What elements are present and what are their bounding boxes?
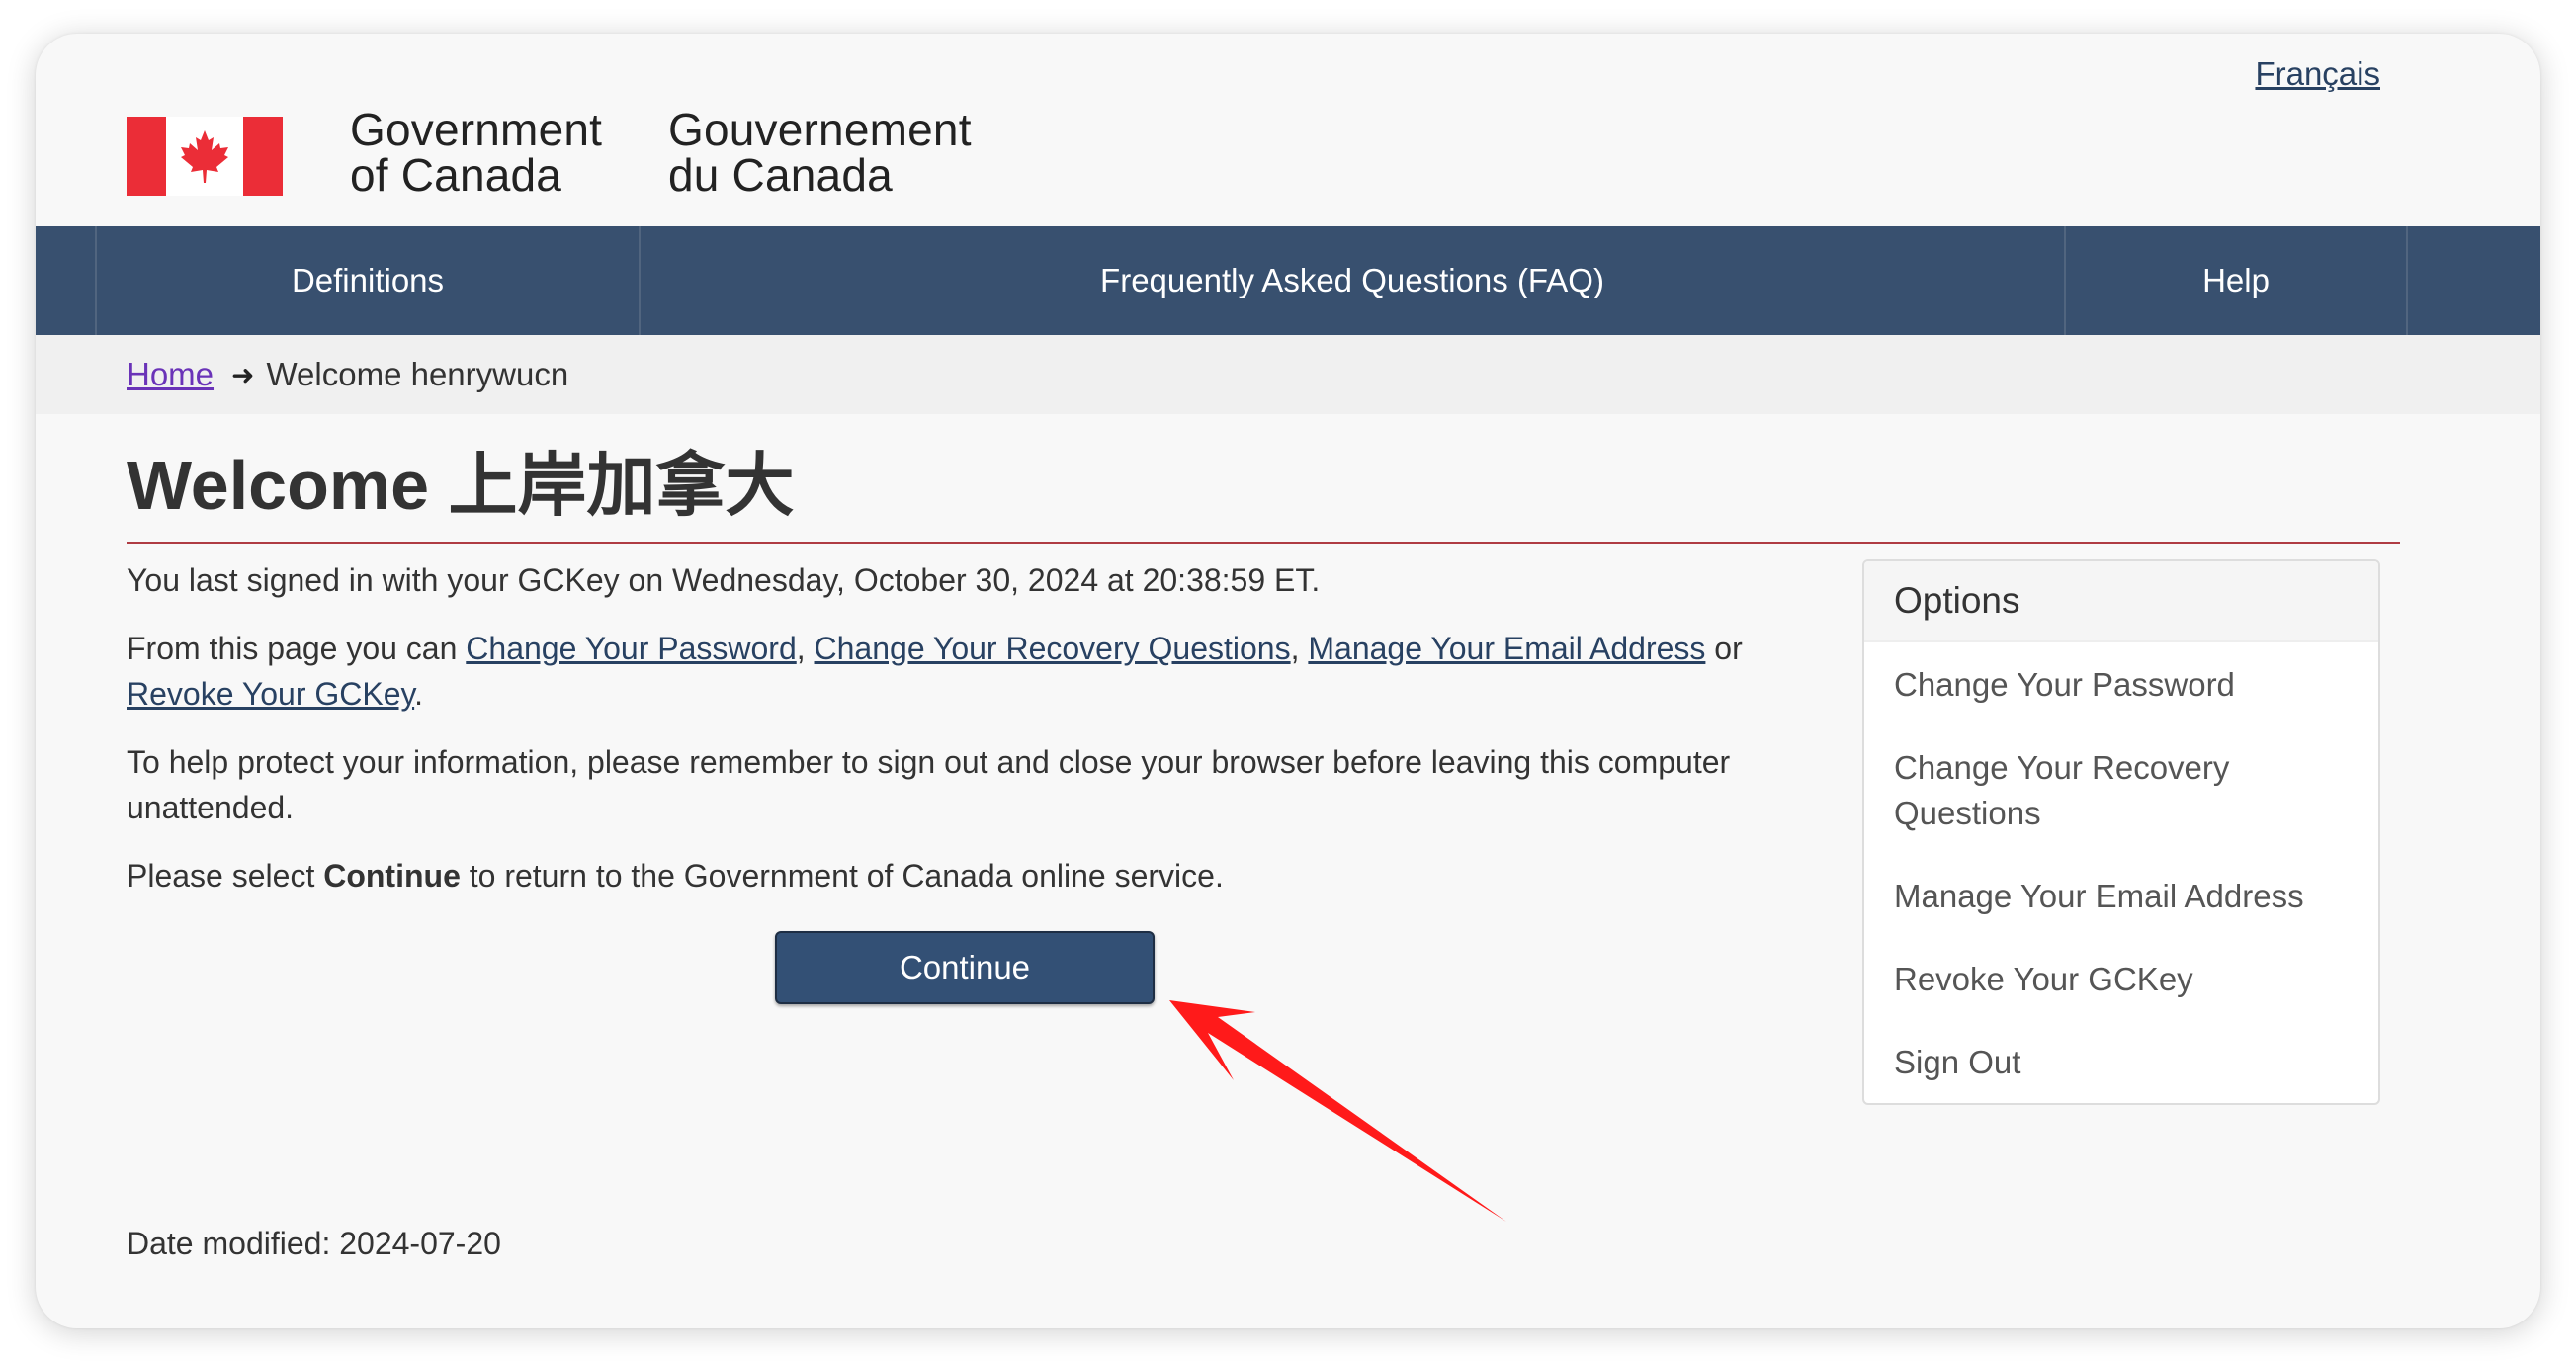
menu-item-faq[interactable]: Frequently Asked Questions (FAQ): [641, 226, 2066, 335]
option-revoke-gckey[interactable]: Revoke Your GCKey: [1894, 957, 2355, 1002]
date-modified: Date modified: 2024-07-20: [127, 1226, 501, 1261]
main-menu: Definitions Frequently Asked Questions (…: [36, 226, 2540, 335]
revoke-gckey-link[interactable]: Revoke Your GCKey: [127, 676, 414, 712]
maple-leaf-icon: [181, 130, 228, 183]
breadcrumb: Home ➜ Welcome henrywucn: [36, 335, 2540, 414]
signature-english: Government of Canada: [350, 104, 603, 201]
change-password-link[interactable]: Change Your Password: [466, 631, 796, 666]
options-panel-title: Options: [1864, 561, 2378, 642]
instruction-suffix: to return to the Government of Canada on…: [460, 858, 1224, 894]
signature-french: Gouvernement du Canada: [668, 104, 972, 201]
main-content: You last signed in with your GCKey on We…: [127, 557, 1787, 921]
last-signin-text: You last signed in with your GCKey on We…: [127, 562, 1321, 598]
separator: or: [1705, 631, 1743, 666]
protect-notice-text: To help protect your information, please…: [127, 744, 1731, 825]
page-title: Welcome 上岸加拿大: [127, 447, 795, 524]
menu-spacer-left: [36, 226, 97, 335]
change-recovery-questions-link[interactable]: Change Your Recovery Questions: [815, 631, 1291, 666]
instruction-prefix: Please select: [127, 858, 324, 894]
option-manage-email[interactable]: Manage Your Email Address: [1894, 874, 2355, 919]
canada-flag-icon: [127, 117, 283, 196]
options-list: Change Your Password Change Your Recover…: [1864, 662, 2378, 1085]
breadcrumb-home-link[interactable]: Home: [127, 356, 214, 393]
language-toggle-link[interactable]: Français: [2255, 55, 2380, 93]
separator: ,: [796, 631, 815, 666]
browser-page: Français Government of Canada Gouverneme…: [36, 34, 2540, 1328]
menu-item-definitions[interactable]: Definitions: [97, 226, 641, 335]
options-panel: Options Change Your Password Change Your…: [1862, 559, 2380, 1105]
separator: .: [414, 676, 424, 712]
government-signature: [127, 117, 283, 196]
options-intro-paragraph: From this page you can Change Your Passw…: [127, 626, 1787, 717]
continue-instruction: Please select Continue to return to the …: [127, 853, 1787, 898]
continue-button[interactable]: Continue: [775, 931, 1155, 1004]
breadcrumb-current: Welcome henrywucn: [266, 356, 569, 392]
option-change-password[interactable]: Change Your Password: [1894, 662, 2355, 708]
option-sign-out[interactable]: Sign Out: [1894, 1040, 2355, 1085]
option-change-recovery-questions[interactable]: Change Your Recovery Questions: [1894, 745, 2355, 836]
separator: ,: [1290, 631, 1309, 666]
title-underline: [127, 542, 2400, 544]
menu-item-help[interactable]: Help: [2066, 226, 2408, 335]
options-intro-text: From this page you can: [127, 631, 467, 666]
instruction-bold: Continue: [323, 858, 461, 894]
arrow-right-icon: ➜: [231, 359, 255, 390]
manage-email-link[interactable]: Manage Your Email Address: [1308, 631, 1705, 666]
